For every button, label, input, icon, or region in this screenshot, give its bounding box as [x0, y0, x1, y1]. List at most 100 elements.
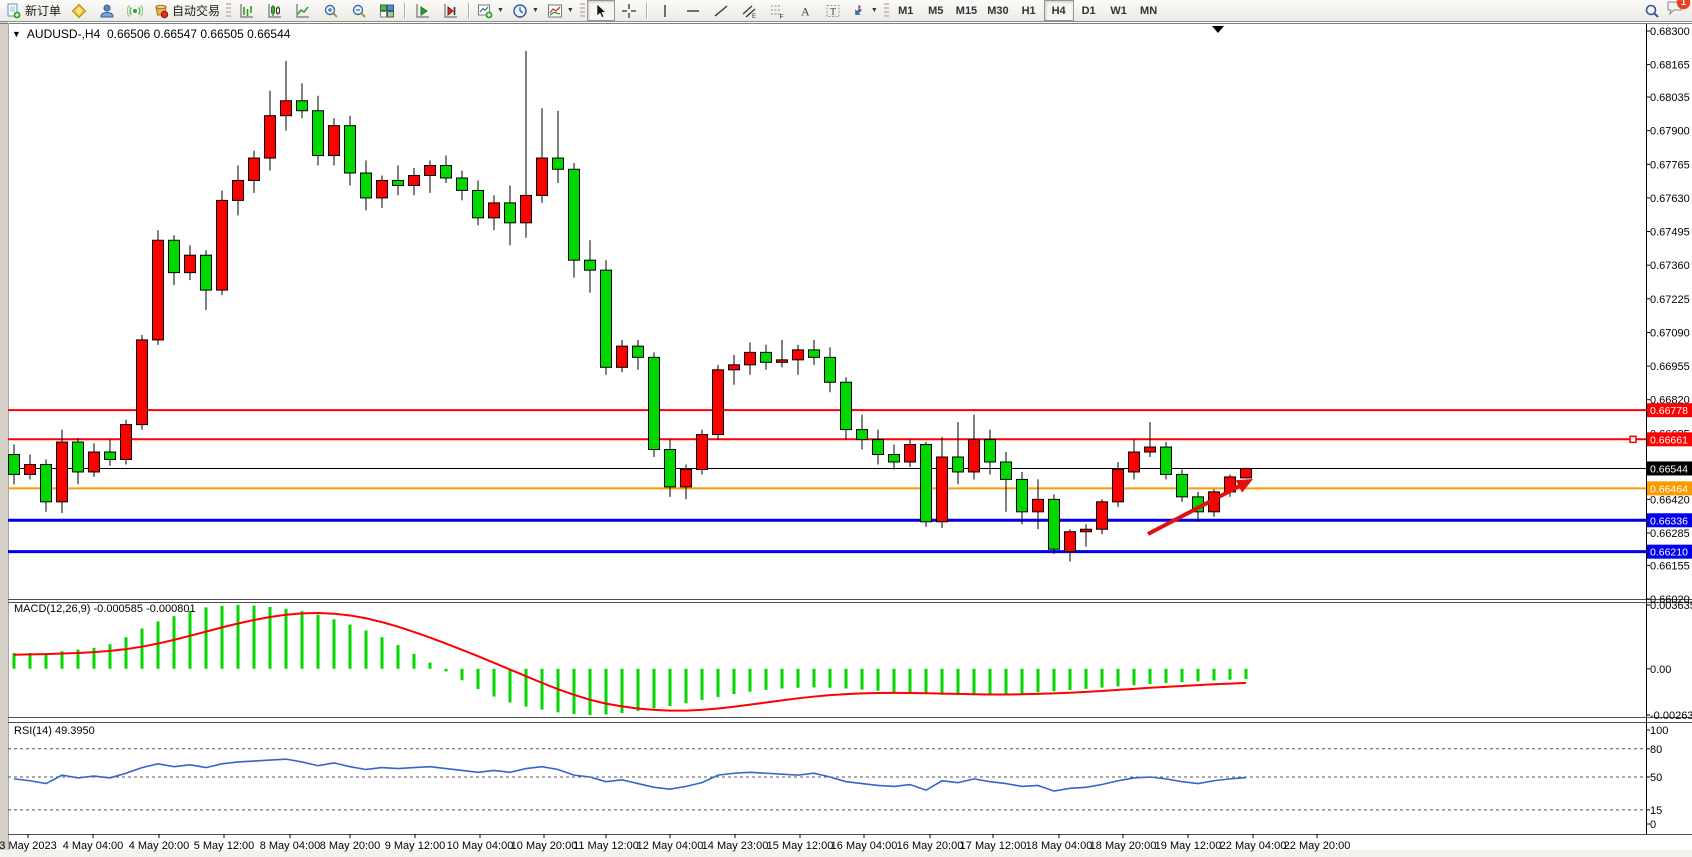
- periods-clock-button[interactable]: ▼: [508, 0, 543, 21]
- step-end-button[interactable]: [437, 0, 465, 21]
- equidistant-channel-button[interactable]: E: [735, 0, 763, 21]
- tab-timeframe-d1[interactable]: D1: [1074, 0, 1104, 21]
- channel-icon: E: [741, 3, 757, 19]
- svg-text:8 May 04:00: 8 May 04:00: [260, 840, 321, 852]
- svg-text:0.66955: 0.66955: [1650, 361, 1690, 373]
- toolbar-separator: [468, 2, 470, 19]
- toolbar-grip: [226, 3, 231, 19]
- chevron-down-icon: ▼: [497, 7, 504, 14]
- candlestick-series: [9, 51, 1252, 562]
- svg-text:0.67900: 0.67900: [1650, 126, 1690, 138]
- trend-arrow[interactable]: [1148, 479, 1253, 534]
- svg-text:0.68035: 0.68035: [1650, 92, 1690, 104]
- chart-candles-button[interactable]: [261, 0, 289, 21]
- zoom-out-button[interactable]: [345, 0, 373, 21]
- tab-timeframe-mn[interactable]: MN: [1134, 0, 1164, 21]
- svg-text:0.66285: 0.66285: [1650, 528, 1690, 540]
- new-order-button[interactable]: 新订单: [2, 0, 65, 21]
- svg-text:0.66778: 0.66778: [1650, 405, 1688, 417]
- price-chart[interactable]: 0.683000.681650.680350.679000.677650.676…: [0, 22, 1692, 857]
- macd-signal-line: [14, 613, 1246, 711]
- horizontal-line-objects[interactable]: [8, 410, 1646, 552]
- svg-text:0.67090: 0.67090: [1650, 327, 1690, 339]
- toolbar-separator: [404, 2, 406, 19]
- tab-timeframe-h4[interactable]: H4: [1044, 0, 1074, 21]
- svg-text:4 May 04:00: 4 May 04:00: [63, 840, 124, 852]
- svg-text:0.67360: 0.67360: [1650, 260, 1690, 272]
- svg-text:0.68165: 0.68165: [1650, 60, 1690, 72]
- notifications-button[interactable]: 1: [1666, 0, 1684, 21]
- auto-trading-button[interactable]: 自动交易: [149, 0, 224, 21]
- chart-window[interactable]: 0.683000.681650.680350.679000.677650.676…: [0, 22, 1692, 857]
- tab-timeframe-m30[interactable]: M30: [982, 0, 1013, 21]
- svg-text:0.66336: 0.66336: [1650, 515, 1688, 527]
- mql-wizard-icon: [71, 3, 87, 19]
- tab-timeframe-h1[interactable]: H1: [1014, 0, 1044, 21]
- chevron-down-icon: ▼: [567, 7, 574, 14]
- svg-text:5 May 12:00: 5 May 12:00: [194, 840, 255, 852]
- svg-text:10 May 04:00: 10 May 04:00: [447, 840, 514, 852]
- text-button[interactable]: A: [791, 0, 819, 21]
- svg-text:0.66420: 0.66420: [1650, 494, 1690, 506]
- svg-text:0.68300: 0.68300: [1650, 26, 1690, 38]
- vertical-line-button[interactable]: [651, 0, 679, 21]
- toolbar-separator: [646, 2, 648, 19]
- svg-text:0.66661: 0.66661: [1650, 434, 1688, 446]
- svg-text:11 May 12:00: 11 May 12:00: [573, 840, 639, 852]
- svg-text:16 May 20:00: 16 May 20:00: [897, 840, 964, 852]
- signals-button[interactable]: [121, 0, 149, 21]
- svg-text:0.67495: 0.67495: [1650, 227, 1690, 239]
- text-icon: A: [797, 3, 813, 19]
- svg-text:14 May 23:00: 14 May 23:00: [702, 840, 769, 852]
- time-axis[interactable]: 3 May 2023 4 May 04:00 4 May 20:00 5 May 12…: [0, 834, 1350, 852]
- search-icon[interactable]: [1644, 3, 1660, 19]
- trendline-button[interactable]: [707, 0, 735, 21]
- svg-text:17 May 12:00: 17 May 12:00: [960, 840, 1027, 852]
- fibonacci-button[interactable]: F: [763, 0, 791, 21]
- profile-button[interactable]: [93, 0, 121, 21]
- svg-text:3 May 2023: 3 May 2023: [0, 840, 57, 852]
- indicators-button[interactable]: ▼: [543, 0, 578, 21]
- chart-bars-button[interactable]: [233, 0, 261, 21]
- tab-timeframe-m5[interactable]: M5: [921, 0, 951, 21]
- cursor-button[interactable]: [587, 0, 615, 21]
- crosshair-button[interactable]: [615, 0, 643, 21]
- new-order-label: 新订单: [25, 2, 61, 19]
- vertical-line-icon: [657, 3, 673, 19]
- indicators-icon: [547, 3, 563, 19]
- svg-text:-0.00263: -0.00263: [1650, 710, 1692, 722]
- tab-timeframe-m1[interactable]: M1: [891, 0, 921, 21]
- new-chart-button[interactable]: ▼: [473, 0, 508, 21]
- tab-timeframe-m15[interactable]: M15: [951, 0, 982, 21]
- horizontal-line-button[interactable]: [679, 0, 707, 21]
- chart-line-icon: [295, 3, 311, 19]
- text-label-button[interactable]: T: [819, 0, 847, 21]
- svg-text:A: A: [801, 4, 810, 18]
- svg-text:E: E: [752, 14, 756, 19]
- chart-candles-icon: [267, 3, 283, 19]
- svg-text:0.66155: 0.66155: [1650, 560, 1690, 572]
- tab-timeframe-w1[interactable]: W1: [1104, 0, 1134, 21]
- text-label-icon: T: [825, 3, 841, 19]
- macd-axis: 0.0036350.00-0.00263: [1646, 600, 1692, 722]
- svg-text:8 May 20:00: 8 May 20:00: [320, 840, 381, 852]
- step-forward-button[interactable]: [409, 0, 437, 21]
- rsi-line: [14, 759, 1246, 791]
- mql-wizard-button[interactable]: [65, 0, 93, 21]
- signals-icon: [127, 3, 143, 19]
- svg-text:15 May 12:00: 15 May 12:00: [767, 840, 834, 852]
- svg-text:0: 0: [1650, 819, 1656, 831]
- svg-text:0.66210: 0.66210: [1650, 547, 1688, 559]
- zoom-in-button[interactable]: [317, 0, 345, 21]
- svg-text:12 May 04:00: 12 May 04:00: [637, 840, 704, 852]
- horizontal-line-icon: [685, 3, 701, 19]
- svg-text:18 May 04:00: 18 May 04:00: [1026, 840, 1093, 852]
- arrows-objects-button[interactable]: ▼: [847, 0, 882, 21]
- zoom-out-icon: [351, 3, 367, 19]
- step-end-icon: [443, 3, 459, 19]
- svg-text:80: 80: [1650, 744, 1662, 756]
- chart-line-button[interactable]: [289, 0, 317, 21]
- tile-windows-button[interactable]: [373, 0, 401, 21]
- svg-text:4 May 20:00: 4 May 20:00: [129, 840, 190, 852]
- chart-bars-icon: [239, 3, 255, 19]
